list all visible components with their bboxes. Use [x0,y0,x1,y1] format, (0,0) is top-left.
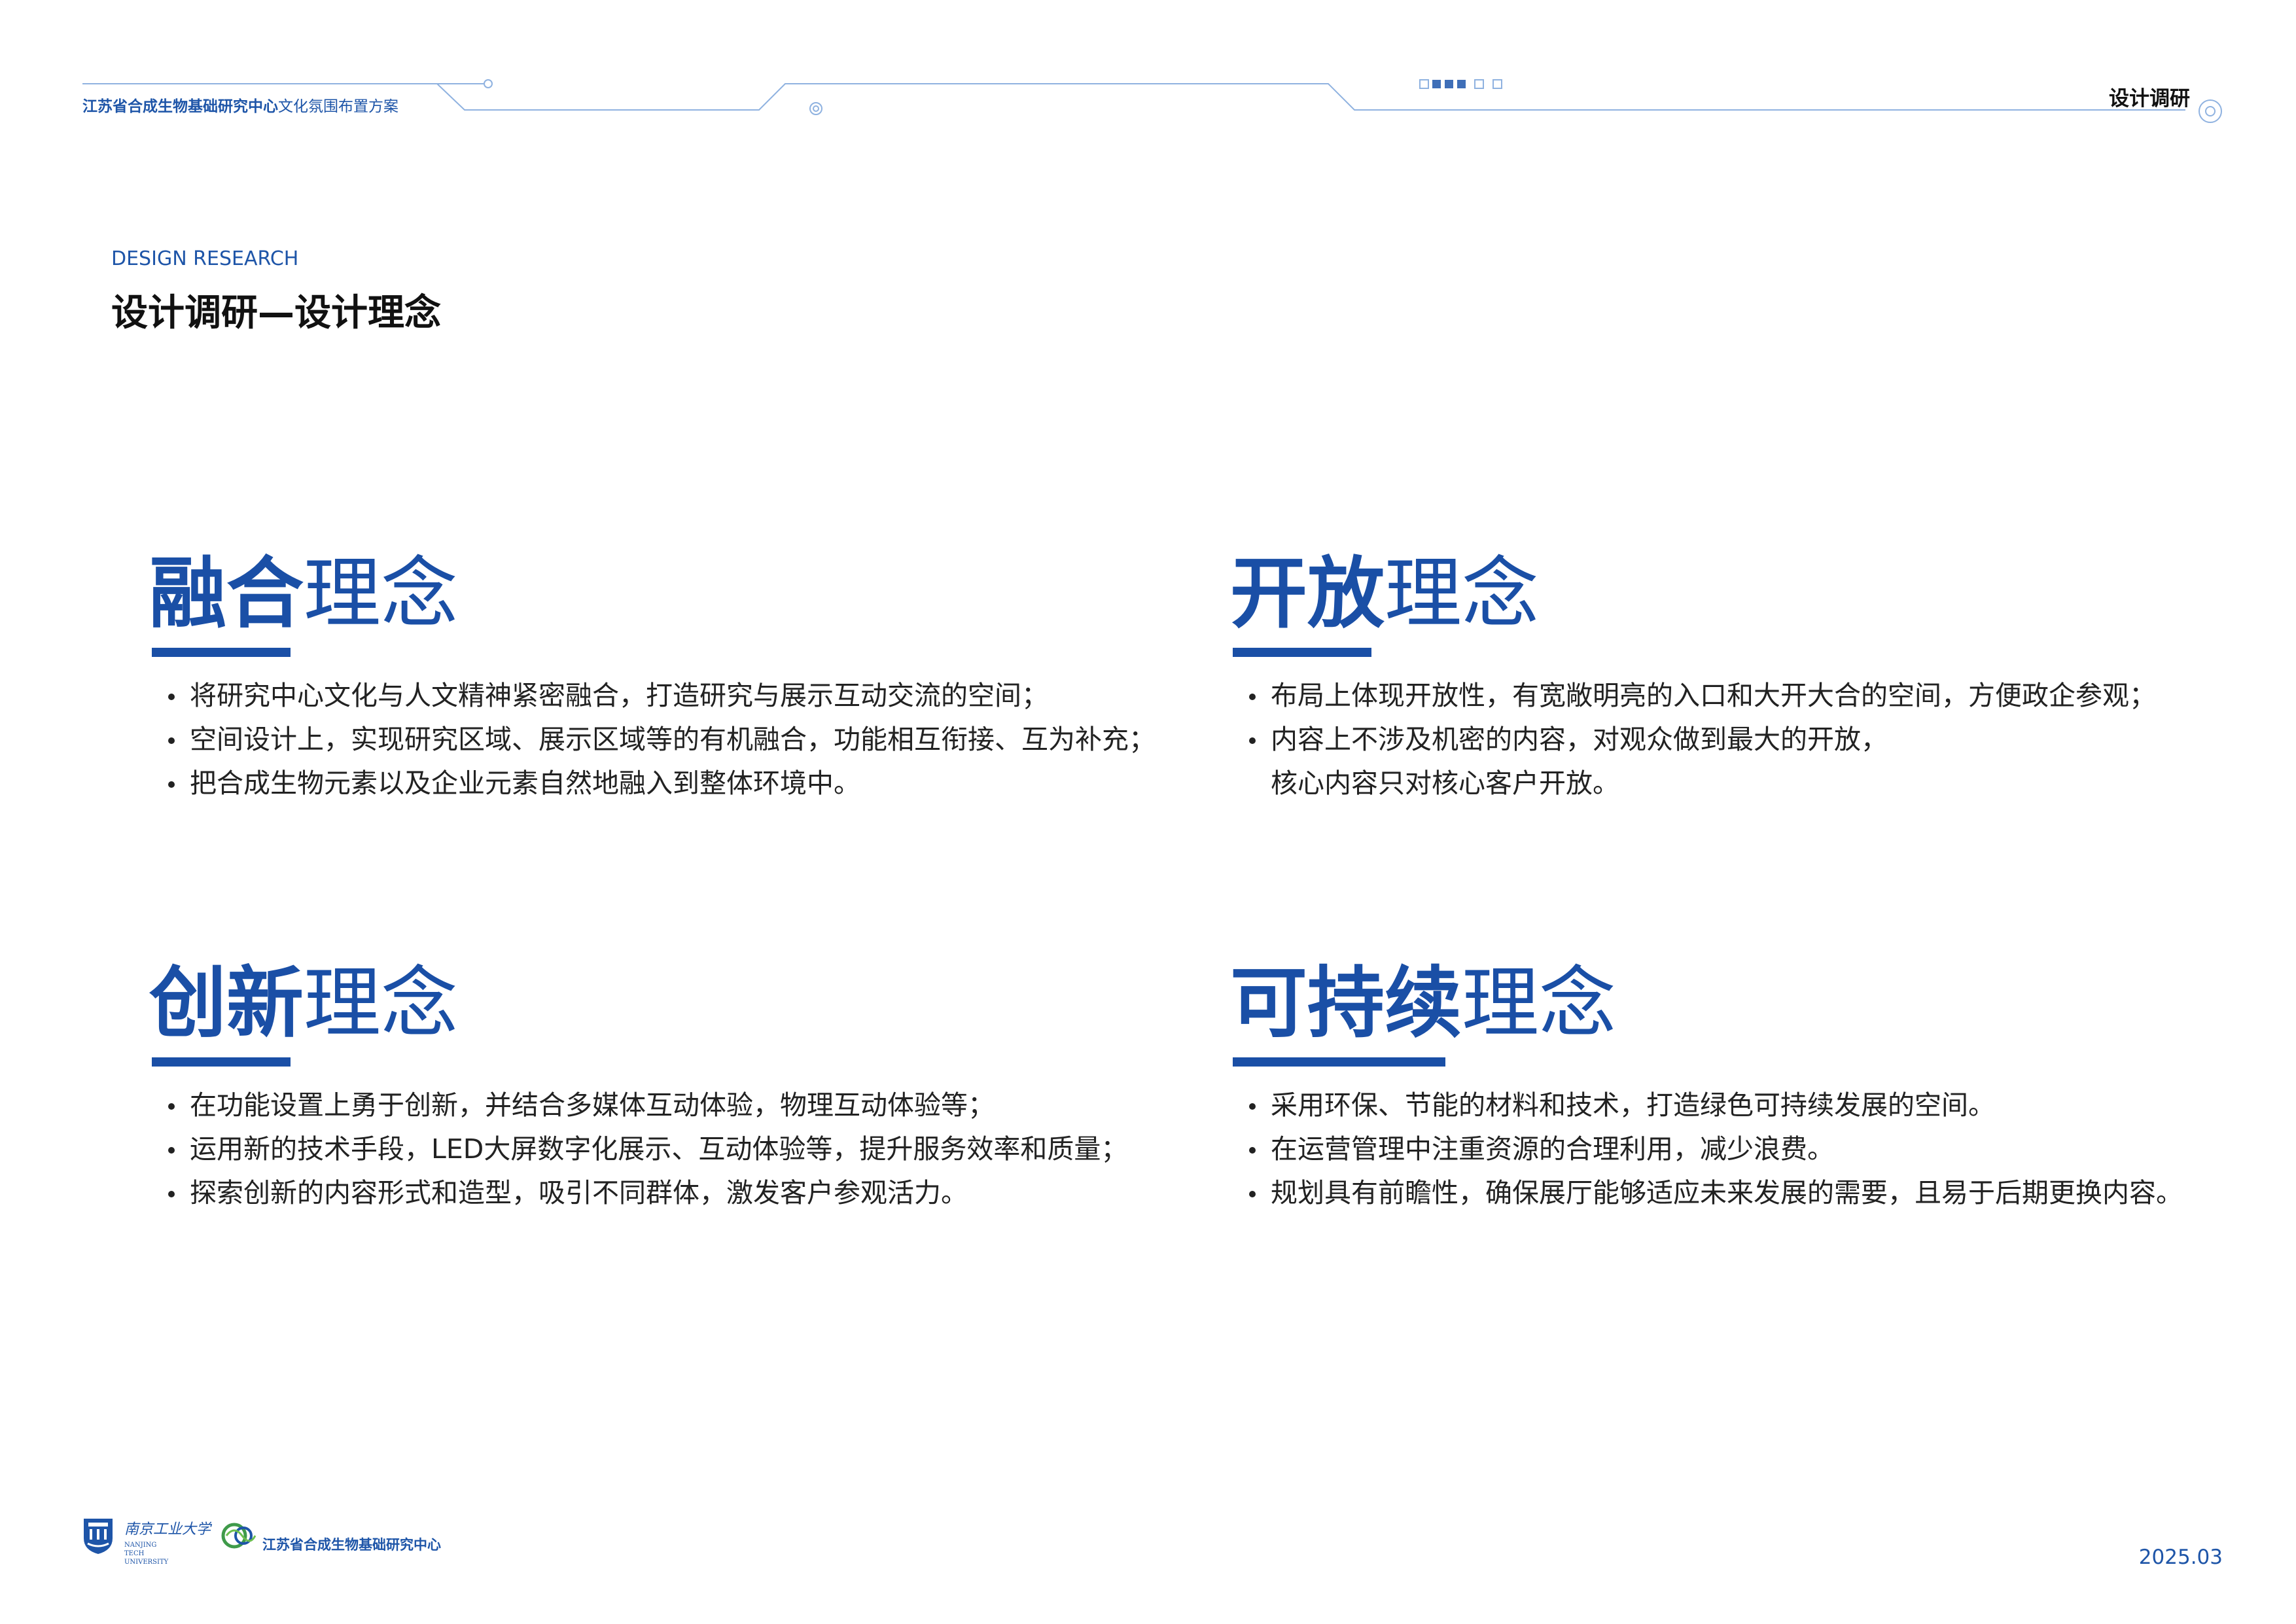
concept-bullet-list: 采用环保、节能的材料和技术，打造绿色可持续发展的空间。 在运营管理中注重资源的合… [1230,1084,2212,1215]
bullet-item: 探索创新的内容形式和造型，吸引不同群体，激发客户参观活力。 [168,1171,1131,1215]
bullet-item-continuation: 核心内容只对核心客户开放。 [1271,768,1619,799]
concept-heading-strong: 开放 [1230,548,1385,639]
subtitle-en: DESIGN RESEARCH [111,247,299,270]
document-title-rest: 文化氛围布置方案 [278,98,398,115]
concept-heading-light: 理念 [304,958,459,1048]
nanjing-tech-university-logo-icon [84,1519,113,1554]
bullet-item: 内容上不涉及机密的内容，对观众做到最大的开放， [1249,718,2212,762]
concept-bullet-list: 布局上体现开放性，有宽敞明亮的入口和大开大合的空间，方便政企参观； 内容上不涉及… [1230,674,2212,805]
concept-heading-light: 理念 [1385,548,1540,639]
bullet-item: 采用环保、节能的材料和技术，打造绿色可持续发展的空间。 [1249,1084,2212,1127]
concept-heading-strong: 融合 [149,548,304,639]
document-date: 2025.03 [2138,1545,2223,1569]
bullet-item: 空间设计上，实现研究区域、展示区域等的有机融合，功能相互衔接、互为补充； [168,718,1156,762]
concept-heading: 融合理念 [149,555,1131,640]
header-circuit-lines [82,79,2222,123]
concept-heading-strong: 创新 [149,958,304,1048]
center-name: 江苏省合成生物基础研究中心 [262,1537,441,1553]
synthetic-biology-center-logo-icon [221,1523,256,1549]
heading-underline [152,648,291,657]
heading-underline [1233,648,1371,657]
bullet-item: 把合成生物元素以及企业元素自然地融入到整体环境中。 [168,762,1131,805]
concept-block-innovation: 创新理念 在功能设置上勇于创新，并结合多媒体互动体验，物理互动体验等； 运用新的… [149,964,1131,1215]
concept-block-openness: 开放理念 布局上体现开放性，有宽敞明亮的入口和大开大合的空间，方便政企参观； 内… [1230,555,2212,805]
concept-block-sustainability: 可持续理念 采用环保、节能的材料和技术，打造绿色可持续发展的空间。 在运营管理中… [1230,964,2212,1215]
heading-underline [1233,1057,1445,1067]
concept-heading: 开放理念 [1230,555,2212,640]
concept-heading: 可持续理念 [1230,964,2212,1050]
concept-bullet-list: 在功能设置上勇于创新，并结合多媒体互动体验，物理互动体验等； 运用新的技术手段，… [149,1084,1131,1215]
document-title-bold: 江苏省合成生物基础研究中心 [82,98,278,115]
document-title: 江苏省合成生物基础研究中心文化氛围布置方案 [82,94,398,116]
bullet-item: 运用新的技术手段，LED大屏数字化展示、互动体验等，提升服务效率和质量； [168,1127,1131,1171]
concept-heading-light: 理念 [304,548,459,639]
concept-heading-strong: 可持续 [1230,958,1462,1048]
page-title: 设计调研—设计理念 [111,292,441,334]
concept-heading-light: 理念 [1462,958,1617,1048]
university-name-cn: 南京工业大学 [124,1521,211,1538]
bullet-item: 将研究中心文化与人文精神紧密融合，打造研究与展示互动交流的空间； [168,674,1131,718]
bullet-item: 布局上体现开放性，有宽敞明亮的入口和大开大合的空间，方便政企参观； [1249,674,2212,718]
concept-bullet-list: 将研究中心文化与人文精神紧密融合，打造研究与展示互动交流的空间； 空间设计上，实… [149,674,1156,805]
bullet-item: 规划具有前瞻性，确保展厅能够适应未来发展的需要，且易于后期更换内容。 [1249,1171,2212,1215]
section-label: 设计调研 [2109,87,2190,111]
concept-block-fusion: 融合理念 将研究中心文化与人文精神紧密融合，打造研究与展示互动交流的空间； 空间… [149,555,1156,805]
bullet-item: 在功能设置上勇于创新，并结合多媒体互动体验，物理互动体验等； [168,1084,1131,1127]
concept-heading: 创新理念 [149,964,1131,1050]
bullet-item: 在运营管理中注重资源的合理利用，减少浪费。 [1249,1127,2212,1171]
university-name-en: NANJING TECH UNIVERSITY [124,1542,169,1566]
heading-underline [152,1057,291,1067]
